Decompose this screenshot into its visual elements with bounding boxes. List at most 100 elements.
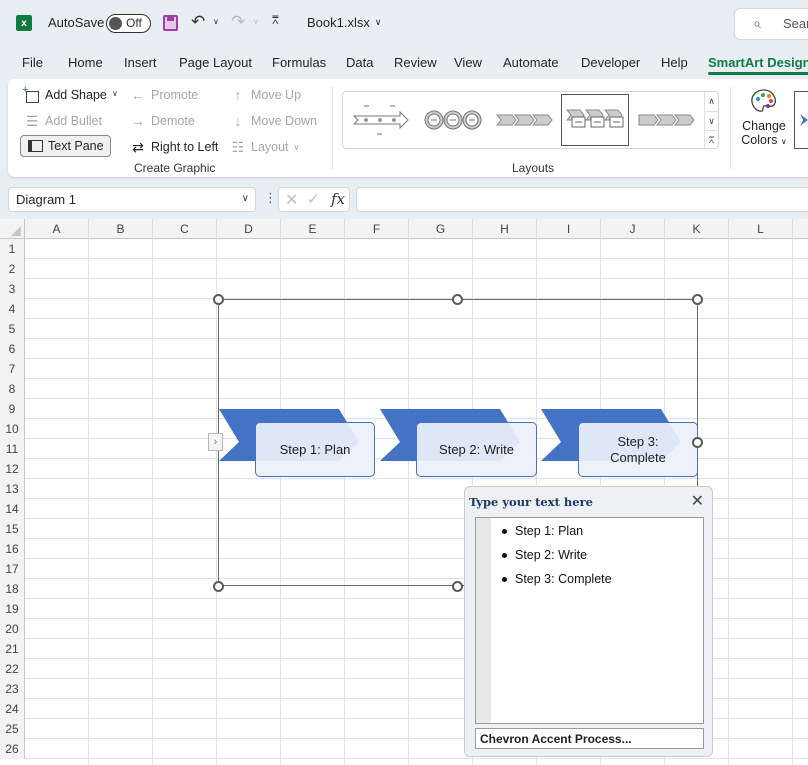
tab-data[interactable]: Data	[346, 55, 373, 70]
promote-label: Promote	[151, 88, 199, 102]
layout-basic-chevron-process[interactable]	[491, 94, 559, 146]
add-bullet-label: Add Bullet	[45, 114, 102, 128]
layout-basic-timeline[interactable]	[347, 94, 415, 146]
formula-input[interactable]	[356, 187, 808, 212]
row-header[interactable]: 21	[0, 639, 25, 659]
name-box-dropdown-icon[interactable]: ∨	[242, 193, 249, 204]
row-header[interactable]: 6	[0, 339, 25, 359]
resize-handle-top-left[interactable]	[213, 294, 224, 305]
row-header[interactable]: 20	[0, 619, 25, 639]
text-pane-item[interactable]: Step 1: Plan	[502, 524, 583, 538]
tab-home[interactable]: Home	[68, 55, 103, 70]
close-icon[interactable]: ✕	[691, 491, 704, 511]
gallery-scroll-up-icon[interactable]: ∧	[704, 92, 718, 111]
row-header[interactable]: 8	[0, 379, 25, 399]
gallery-more-icon[interactable]: ⩞	[704, 130, 718, 149]
row-header[interactable]: 19	[0, 599, 25, 619]
bullet-icon	[502, 552, 507, 558]
tab-review[interactable]: Review	[394, 55, 437, 70]
ribbon-panel: + Add Shape ∨ ☰ Add Bullet Text Pane ← P…	[8, 79, 808, 177]
layout-description-link[interactable]: Chevron Accent Process...	[475, 728, 704, 749]
tab-developer[interactable]: Developer	[581, 55, 640, 70]
tab-insert[interactable]: Insert	[124, 55, 157, 70]
undo-dropdown-icon[interactable]: ∨	[213, 17, 219, 26]
move-down-button: ↓ Move Down	[230, 113, 318, 129]
text-pane-item[interactable]: Step 2: Write	[502, 548, 587, 562]
row-header[interactable]: 2	[0, 259, 25, 279]
text-pane-button[interactable]: Text Pane	[20, 135, 111, 157]
tab-automate[interactable]: Automate	[503, 55, 559, 70]
tab-view[interactable]: View	[454, 55, 482, 70]
save-icon[interactable]	[163, 15, 178, 31]
text-pane-editor[interactable]: Step 1: Plan Step 2: Write Step 3: Compl…	[475, 517, 704, 724]
row-header[interactable]: 23	[0, 679, 25, 699]
row-header[interactable]: 22	[0, 659, 25, 679]
search-icon: ⌕	[753, 15, 761, 31]
smartart-text-pane: Type your text here ✕ Step 1: Plan Step …	[464, 486, 713, 757]
row-header[interactable]: 26	[0, 739, 25, 759]
group-separator	[332, 87, 333, 169]
add-shape-dropdown-icon[interactable]: ∨	[112, 89, 118, 98]
row-header[interactable]: 3	[0, 279, 25, 299]
tab-smartart-design[interactable]: SmartArt Design	[708, 55, 808, 75]
bullet-list-icon: ☰	[25, 112, 39, 129]
customize-toolbar-icon[interactable]: ⩞	[272, 15, 279, 28]
add-shape-label: Add Shape	[45, 88, 107, 102]
row-header[interactable]: 9	[0, 399, 25, 419]
step-1-box[interactable]: Step 1: Plan	[255, 422, 375, 477]
row-header[interactable]: 25	[0, 719, 25, 739]
autosave-toggle[interactable]: Off	[106, 14, 151, 33]
row-header[interactable]: 4	[0, 299, 25, 319]
change-colors-button[interactable]: Change Colors ∨	[736, 87, 792, 157]
add-shape-button[interactable]: + Add Shape	[22, 84, 107, 103]
tab-file[interactable]: File	[22, 55, 43, 70]
search-box[interactable]: ⌕ Search	[734, 8, 808, 40]
step-2-text: Step 2: Write	[439, 441, 514, 457]
change-colors-line2: Colors	[741, 133, 778, 147]
row-header[interactable]: 14	[0, 499, 25, 519]
insert-function-icon[interactable]: fx	[331, 190, 345, 208]
title-bar: x AutoSave Off ↶ ∨ ↷ ∨ ⩞ Book1.xlsx ∨ ⌕ …	[0, 0, 808, 48]
row-header[interactable]: 11	[0, 439, 25, 459]
right-to-left-button[interactable]: ⇄ Right to Left	[130, 139, 218, 155]
step-3-text: Step 3: Complete	[610, 433, 666, 465]
row-header[interactable]: 7	[0, 359, 25, 379]
layout-closed-chevron-process[interactable]	[633, 94, 701, 146]
text-pane-item-text: Step 3: Complete	[515, 572, 612, 586]
bullet-icon	[502, 528, 507, 534]
row-header[interactable]: 10	[0, 419, 25, 439]
name-box[interactable]: Diagram 1 ∨	[8, 187, 256, 212]
row-header[interactable]: 12	[0, 459, 25, 479]
resize-handle-middle-right[interactable]	[692, 437, 703, 448]
tab-formulas[interactable]: Formulas	[272, 55, 326, 70]
file-name[interactable]: Book1.xlsx ∨	[307, 15, 381, 30]
chevron-process-layout-icon	[496, 114, 553, 126]
row-header[interactable]: 5	[0, 319, 25, 339]
promote-button: ← Promote	[130, 87, 198, 103]
smartart-styles-gallery[interactable]	[794, 91, 808, 149]
row-header[interactable]: 1	[0, 239, 25, 259]
undo-icon[interactable]: ↶	[191, 12, 205, 32]
step-2-box[interactable]: Step 2: Write	[416, 422, 537, 477]
tab-page-layout[interactable]: Page Layout	[179, 55, 252, 70]
change-colors-line2-wrap: Colors ∨	[736, 133, 792, 147]
gallery-scroll-down-icon[interactable]: ∨	[704, 111, 718, 130]
formula-buttons: ✕ ✓ fx	[278, 187, 350, 212]
row-header[interactable]: 17	[0, 559, 25, 579]
resize-handle-bottom-middle[interactable]	[452, 581, 463, 592]
row-header[interactable]: 13	[0, 479, 25, 499]
step-3-box[interactable]: Step 3: Complete	[578, 422, 698, 477]
layout-chevron-accent-process[interactable]	[561, 94, 629, 146]
row-header[interactable]: 16	[0, 539, 25, 559]
resize-handle-bottom-left[interactable]	[213, 581, 224, 592]
row-header[interactable]: 24	[0, 699, 25, 719]
text-pane-item[interactable]: Step 3: Complete	[502, 572, 612, 586]
row-header[interactable]: 18	[0, 579, 25, 599]
resize-handle-top-right[interactable]	[692, 294, 703, 305]
row-header[interactable]: 15	[0, 519, 25, 539]
resize-handle-top-middle[interactable]	[452, 294, 463, 305]
formula-bar-grip-icon[interactable]: ⋮	[264, 190, 277, 206]
tab-help[interactable]: Help	[661, 55, 688, 70]
redo-dropdown-icon: ∨	[253, 17, 259, 26]
layout-circle-process[interactable]	[419, 94, 487, 146]
